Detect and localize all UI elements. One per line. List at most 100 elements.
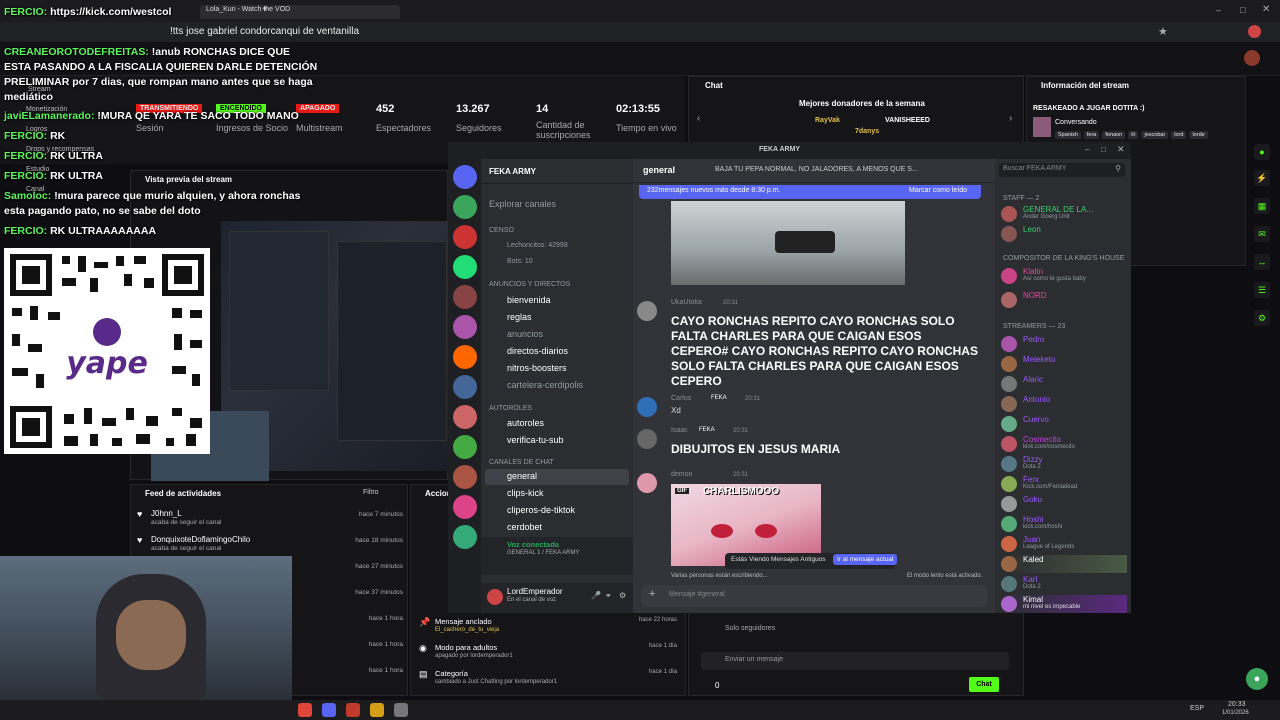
chat-input[interactable]: Enviar un mensaje [701,652,1009,670]
tool-icon[interactable]: ▦ [1254,198,1270,214]
server-name[interactable]: FEKA ARMY [489,167,536,176]
image-attachment[interactable] [671,201,905,285]
stat-channel-members[interactable]: Lechoncitos: 42998 [507,242,568,249]
tool-icon[interactable]: ☰ [1254,282,1270,298]
headphones-icon[interactable]: ⚭ [605,591,612,600]
tag[interactable]: jescobar [1141,131,1169,139]
member-item[interactable]: Alaric [1001,375,1127,393]
channel-reglas[interactable]: reglas [507,312,532,322]
clock-time[interactable]: 20:33 [1228,701,1246,708]
member-item[interactable]: Cuervo [1001,415,1127,433]
channel-tiktok[interactable]: cliperos-de-tiktok [507,505,575,515]
server-icon[interactable] [453,375,477,399]
tag[interactable]: lorde [1189,131,1208,139]
mark-read-button[interactable]: Marcar como leído [909,187,967,194]
filter-button[interactable]: Filtro [363,489,379,496]
language-indicator[interactable]: ESP [1190,705,1204,712]
server-icon[interactable] [453,285,477,309]
minimize-icon[interactable]: – [1085,145,1089,154]
server-icon[interactable] [453,255,477,279]
tool-icon[interactable]: ⚡ [1254,170,1270,186]
server-icon[interactable] [453,405,477,429]
jump-present-button[interactable]: Ir al mensaje actual [833,554,898,565]
tool-icon[interactable]: ✉ [1254,226,1270,242]
minimize-icon[interactable]: – [1216,5,1221,15]
member-item[interactable]: Kaled [1001,555,1127,573]
close-icon[interactable]: ✕ [1117,144,1125,155]
channel-general-active[interactable]: general [485,469,629,485]
discord-home-icon[interactable] [453,165,477,189]
chevron-right-icon[interactable]: › [1009,113,1012,124]
user-avatar[interactable] [1244,50,1260,66]
server-icon[interactable] [453,195,477,219]
chevron-left-icon[interactable]: ‹ [697,113,700,124]
voice-channel[interactable]: GENERAL 1 / FEKA ARMY [507,550,579,556]
user-avatar[interactable] [487,589,503,605]
server-icon[interactable] [453,465,477,489]
search-input[interactable]: Buscar FEKA ARMY ⚲ [999,163,1125,177]
channel-verifica[interactable]: verifica-tu-sub [507,435,564,445]
user-name[interactable]: LordEmperador [507,587,563,596]
channel-cartelera[interactable]: cartelera-cerdipolis [507,380,583,390]
server-icon[interactable] [453,525,477,549]
channel-anuncios[interactable]: anuncios [507,329,543,339]
msg-avatar[interactable] [637,397,657,417]
channel-clips[interactable]: clips-kick [507,488,544,498]
feed-name[interactable]: DonquixoteDoflamingoChilo [151,535,250,544]
app-icon[interactable] [394,703,408,717]
channel-nitros[interactable]: nitros-boosters [507,363,567,373]
chrome-icon[interactable] [298,703,312,717]
server-icon[interactable] [453,225,477,249]
folder-icon[interactable] [370,703,384,717]
category-announce[interactable]: ANUNCIOS Y DIRECTOS [489,281,570,288]
member-item[interactable]: Dizzy Dota 2 [1001,455,1127,473]
settings-icon[interactable]: ⚙ [619,591,626,600]
member-item[interactable]: Juan League of Legends [1001,535,1127,553]
member-item[interactable]: NORD [1001,291,1127,309]
server-icon[interactable] [453,315,477,339]
msg-avatar[interactable] [637,301,657,321]
maximize-icon[interactable]: □ [1101,145,1106,154]
member-item[interactable]: Karl Dota 2 [1001,575,1127,593]
member-item[interactable]: GENERAL DE LA... Ander Goerg Unit [1001,205,1127,223]
profile-avatar[interactable] [1248,25,1261,38]
tag[interactable]: Spanish [1055,131,1081,139]
member-item[interactable]: Klatin Así como te gusta baby [1001,267,1127,285]
member-item[interactable]: Pedro [1001,335,1127,353]
channel-bienvenida[interactable]: bienvenida [507,295,551,305]
tool-icon[interactable]: ↔ [1254,254,1270,270]
chat-send-button[interactable]: Chat [969,677,999,692]
close-icon[interactable]: ✕ [1262,4,1270,15]
obs-icon[interactable] [346,703,360,717]
explore-channels[interactable]: Explorar canales [489,199,556,209]
server-icon[interactable] [453,435,477,459]
msg-avatar[interactable] [637,429,657,449]
channel-topic[interactable]: BAJA TU PEPA NORMAL, NO JALADORES, A MEN… [715,166,918,173]
member-item[interactable]: Goku [1001,495,1127,513]
msg-username[interactable]: Isaac [671,427,688,434]
category-census[interactable]: CENSO [489,227,514,234]
chat-bubble-button[interactable]: ● [1246,668,1268,690]
address-bar[interactable]: !tts jose gabriel condorcanqui de ventan… [0,22,1280,42]
plus-icon[interactable]: + [649,588,655,600]
msg-username[interactable]: Carlos [671,395,691,402]
member-item[interactable]: Hoshi kick.com/hoshi [1001,515,1127,533]
member-item[interactable]: Antonio [1001,395,1127,413]
tag[interactable]: lord [1171,131,1187,139]
feed-name[interactable]: J0hnn_L [151,509,182,518]
msg-username[interactable]: demon [671,471,692,478]
mic-icon[interactable]: 🎤 [591,591,601,600]
new-messages-bar[interactable]: 232mensajes nuevos más desde 8:30 p.m. M… [639,185,981,199]
member-item[interactable]: Ferx Kick.com/Feniadead [1001,475,1127,493]
tool-icon[interactable]: ● [1254,144,1270,160]
new-tab-button[interactable]: + [262,4,268,15]
clock-date[interactable]: 1/01/2026 [1222,710,1249,716]
channel-cerdobet[interactable]: cerdobet [507,522,542,532]
message-composer[interactable]: + Mensaje #general [641,585,987,607]
msg-username[interactable]: UkaUtoka [671,299,702,306]
tag[interactable]: fenaon [1102,131,1126,139]
member-item[interactable]: Meleketo [1001,355,1127,373]
maximize-icon[interactable]: □ [1240,5,1245,15]
server-icon[interactable] [453,345,477,369]
category-autoroles[interactable]: AUTOROLES [489,405,532,412]
